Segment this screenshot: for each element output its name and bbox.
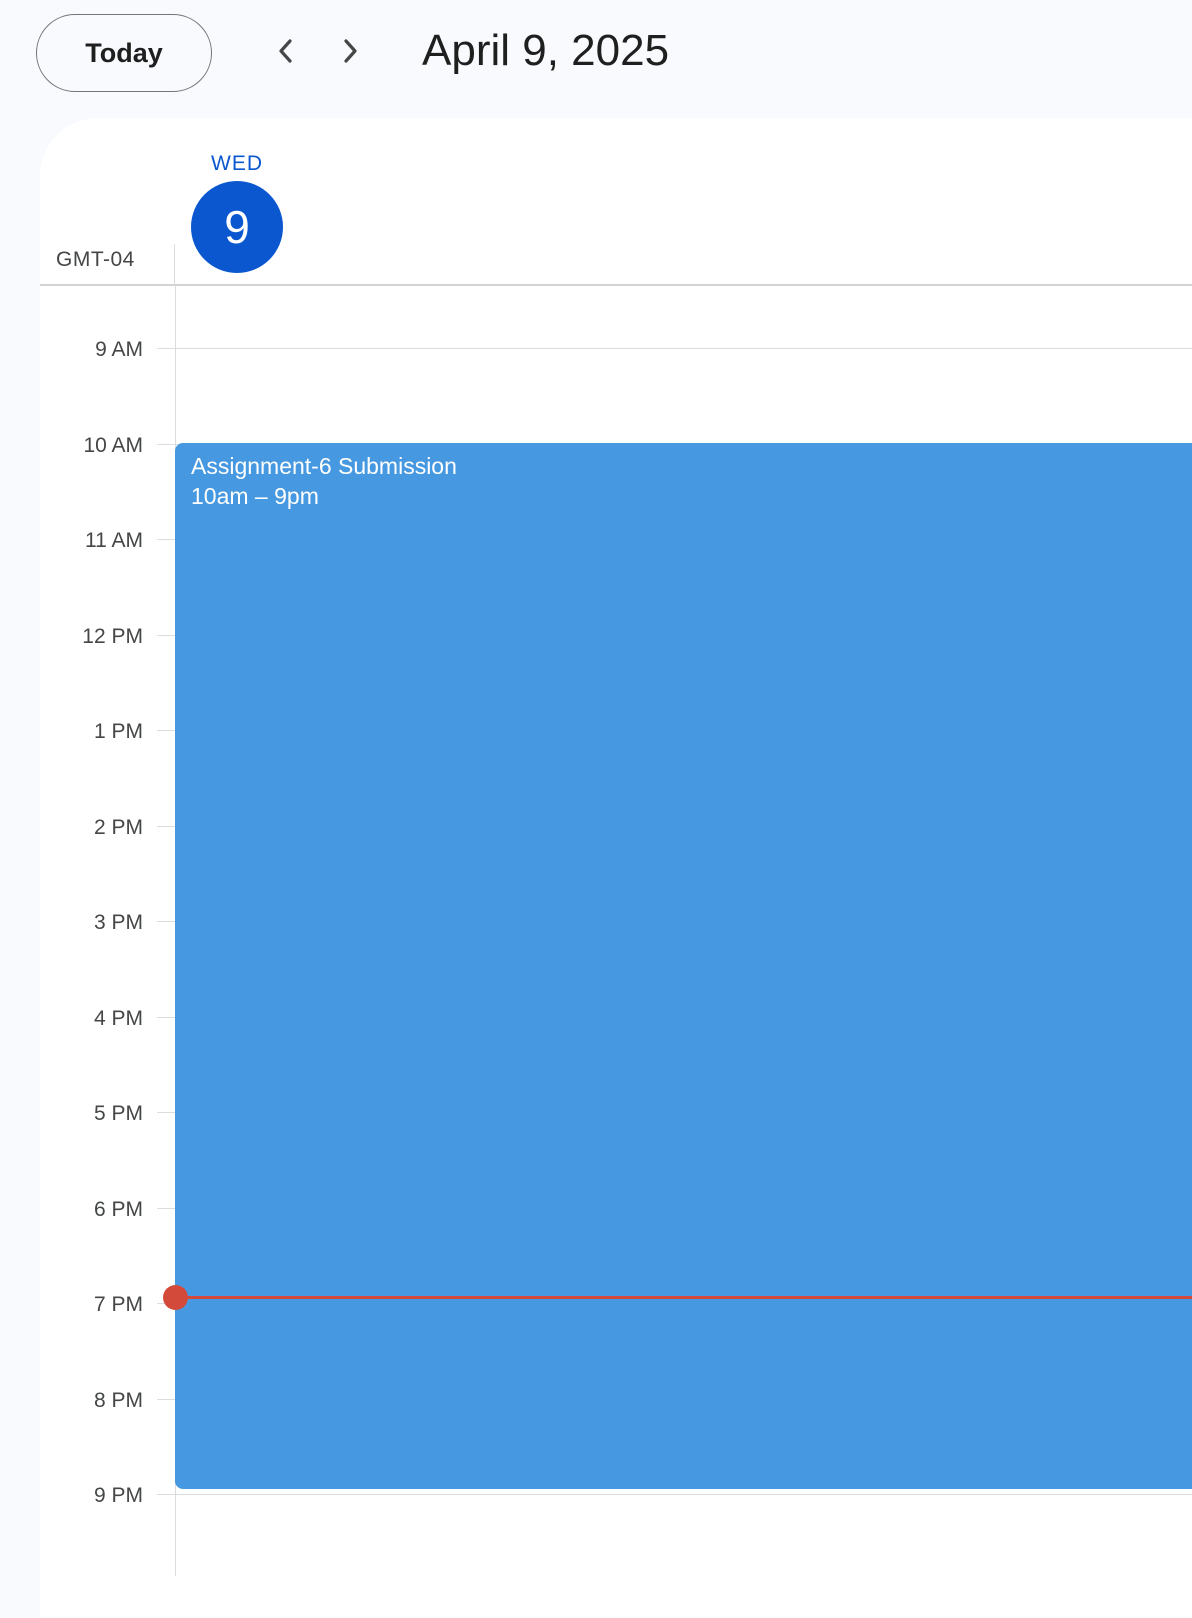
event-block[interactable]: Assignment-6 Submission 10am – 9pm [175, 443, 1192, 1489]
header-divider [174, 244, 175, 286]
current-time-line [176, 1296, 1192, 1299]
hour-label: 9 PM [93, 1484, 143, 1507]
hour-label: 2 PM [93, 816, 143, 839]
next-day-button[interactable] [327, 30, 373, 76]
hour-label: 10 AM [83, 434, 143, 457]
hour-label: 3 PM [93, 911, 143, 934]
day-name-label: WED [211, 152, 263, 175]
page-title: April 9, 2025 [422, 26, 670, 75]
current-time-dot [163, 1285, 188, 1310]
chevron-right-icon [338, 37, 362, 70]
header-divider [40, 284, 1192, 286]
hour-label: 11 AM [85, 529, 143, 552]
hour-label: 12 PM [82, 625, 143, 648]
event-time: 10am – 9pm [191, 483, 319, 509]
previous-day-button[interactable] [263, 30, 309, 76]
day-number-button[interactable]: 9 [191, 181, 283, 273]
today-button[interactable]: Today [36, 14, 212, 92]
timezone-label: GMT-04 [56, 248, 135, 271]
hour-label: 4 PM [93, 1007, 143, 1030]
hour-gridline [157, 1494, 1192, 1495]
chevron-left-icon [274, 37, 298, 70]
hour-label: 8 PM [93, 1389, 143, 1412]
event-title: Assignment-6 Submission [191, 453, 457, 479]
hour-label: 5 PM [93, 1102, 143, 1125]
hour-gridline [157, 348, 1192, 349]
hour-label: 7 PM [93, 1293, 143, 1316]
hour-label: 6 PM [93, 1198, 143, 1221]
hour-label: 1 PM [93, 720, 143, 743]
hour-label: 9 AM [95, 338, 143, 361]
